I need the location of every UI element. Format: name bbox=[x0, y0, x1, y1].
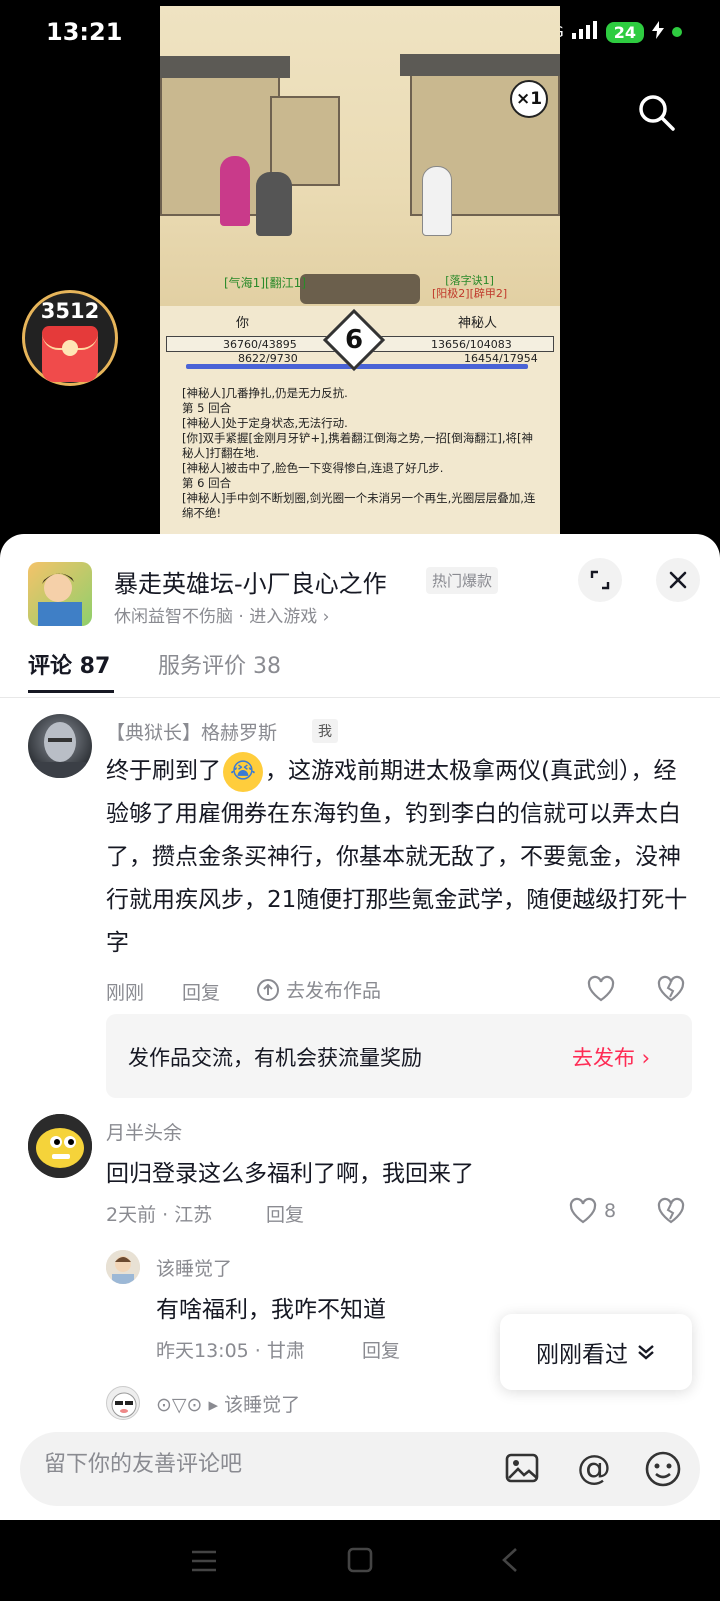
expand-button[interactable] bbox=[578, 558, 622, 602]
recently-viewed-label: 刚刚看过 bbox=[536, 1342, 628, 1368]
search-button[interactable] bbox=[636, 92, 676, 132]
comment-time: 昨天13:05 · 甘肃 bbox=[156, 1340, 305, 1362]
like-button[interactable] bbox=[586, 974, 616, 1008]
image-button[interactable] bbox=[504, 1450, 540, 1486]
enemy-buff-tags: [落字诀1] [阳极2][辟甲2] bbox=[432, 274, 508, 300]
status-dot bbox=[672, 27, 682, 37]
broken-heart-icon bbox=[657, 1197, 685, 1224]
double-chevron-down-icon bbox=[638, 1345, 654, 1360]
close-button[interactable] bbox=[656, 558, 700, 602]
tab-service-reviews[interactable]: 服务评价 38 bbox=[158, 648, 281, 680]
heart-icon bbox=[569, 1197, 597, 1224]
broken-heart-icon bbox=[657, 975, 685, 1002]
comment-author[interactable]: 该睡觉了 bbox=[156, 1254, 232, 1281]
recently-viewed-button[interactable]: 刚刚看过 bbox=[500, 1314, 692, 1390]
system-nav-bar bbox=[0, 1520, 720, 1601]
avatar[interactable] bbox=[106, 1386, 140, 1420]
heart-icon bbox=[587, 975, 615, 1002]
back-icon[interactable] bbox=[500, 1546, 520, 1574]
promo-publish-link[interactable]: 去发布 › bbox=[572, 1042, 650, 1072]
app-title[interactable]: 暴走英雄坛-小厂良心之作 bbox=[114, 564, 387, 599]
comment-time: 刚刚 bbox=[106, 982, 145, 1004]
enemy-label: 神秘人 bbox=[458, 316, 498, 331]
promo-text: 发作品交流，有机会获流量奖励 bbox=[128, 1046, 422, 1070]
dislike-button[interactable] bbox=[656, 1196, 686, 1230]
dislike-button[interactable] bbox=[656, 974, 686, 1008]
hot-tag: 热门爆款 bbox=[426, 567, 499, 594]
reply-button[interactable]: 回复 bbox=[362, 1336, 400, 1363]
crying-emoji-icon: 😭 bbox=[223, 751, 263, 792]
red-envelope-seal bbox=[62, 340, 78, 356]
tab-active-indicator bbox=[28, 690, 114, 693]
reply-button[interactable]: 回复 bbox=[266, 1200, 304, 1227]
emoji-button[interactable] bbox=[644, 1450, 682, 1488]
comment-author[interactable]: ⊙▽⊙ ▸ 该睡觉了 bbox=[156, 1390, 300, 1417]
expand-icon bbox=[590, 570, 610, 590]
avatar[interactable] bbox=[28, 1114, 92, 1178]
game-video[interactable]: ×1 [气海1][翻江1] [落字诀1] [阳极2][辟甲2] 你 神秘人 36… bbox=[160, 6, 560, 536]
player-hp: 36760/43895 bbox=[223, 338, 297, 351]
signal-icon bbox=[571, 21, 598, 43]
smiley-icon bbox=[645, 1451, 681, 1487]
me-badge: 我 bbox=[312, 719, 338, 743]
avatar[interactable] bbox=[28, 714, 92, 778]
avatar[interactable] bbox=[106, 1250, 140, 1284]
comment-text: 终于刷到了 😭 ，这游戏前期进太极拿两仪(真武剑），经验够了用雇佣券在东海钓鱼，钓到… bbox=[106, 750, 696, 965]
game-scene bbox=[160, 6, 560, 306]
battle-log: [神秘人]几番挣扎,仍是无力反抗. 第 5 回合 [神秘人]处于定身状态,无法行… bbox=[182, 386, 536, 520]
round-number: 6 bbox=[344, 325, 364, 355]
reward-count: 3512 bbox=[40, 299, 100, 323]
home-icon[interactable] bbox=[346, 1546, 374, 1574]
divider bbox=[0, 697, 720, 698]
reply-button[interactable]: 回复 bbox=[182, 978, 220, 1005]
enemy-hp: 13656/104083 bbox=[431, 338, 512, 351]
comment-author[interactable]: 月半头余 bbox=[106, 1118, 182, 1145]
like-button[interactable]: 8 bbox=[568, 1196, 616, 1226]
comment-author[interactable]: 【典狱长】格赫罗斯 bbox=[106, 718, 277, 745]
image-icon bbox=[505, 1453, 539, 1483]
search-icon bbox=[639, 95, 675, 131]
like-count: 8 bbox=[604, 1200, 617, 1222]
menu-icon[interactable] bbox=[190, 1548, 218, 1574]
enter-game-link[interactable]: 休闲益智不伤脑 · 进入游戏 › bbox=[114, 602, 329, 627]
mention-button[interactable]: @ bbox=[574, 1448, 614, 1488]
player-buff-tag: [气海1][翻江1] bbox=[224, 276, 306, 290]
player-label: 你 bbox=[236, 316, 250, 331]
comment-input[interactable] bbox=[44, 1452, 464, 1477]
battery-indicator: 24 bbox=[605, 21, 644, 43]
comment-time: 2天前 · 江苏 bbox=[106, 1204, 213, 1226]
comment-text: 有啥福利，我咋不知道 bbox=[156, 1297, 386, 1323]
speed-multiplier-button[interactable]: ×1 bbox=[510, 80, 548, 118]
comment-text: 回归登录这么多福利了啊，我回来了 bbox=[106, 1161, 474, 1187]
tab-comments[interactable]: 评论 87 bbox=[28, 648, 110, 680]
app-icon[interactable] bbox=[28, 562, 92, 626]
charging-icon bbox=[652, 21, 664, 43]
publish-work-button[interactable]: 去发布作品 bbox=[256, 976, 381, 1003]
close-icon bbox=[669, 571, 687, 589]
status-time: 13:21 bbox=[46, 18, 123, 46]
upload-icon bbox=[257, 978, 279, 1001]
